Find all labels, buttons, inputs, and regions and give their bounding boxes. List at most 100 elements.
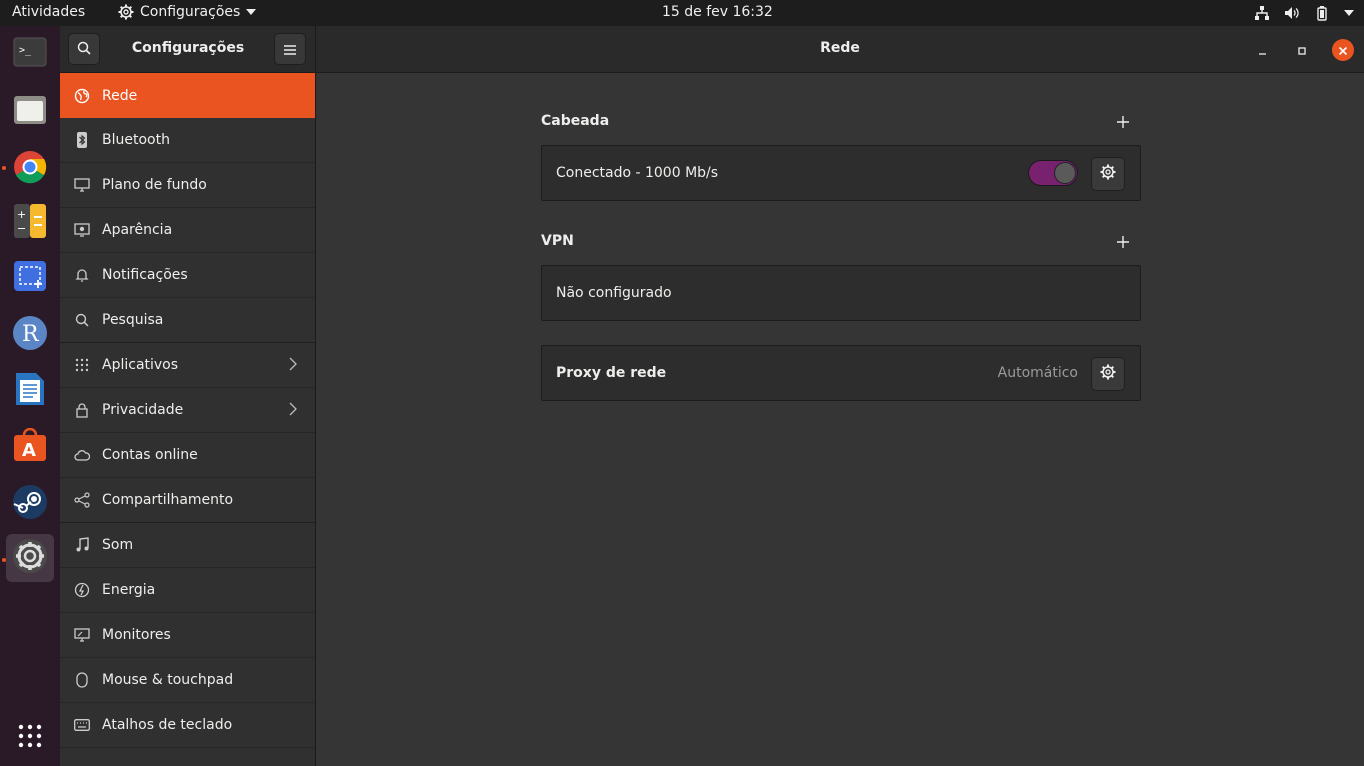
- sidebar-item-pesquisa[interactable]: Pesquisa: [60, 298, 315, 343]
- dock-writer[interactable]: [6, 367, 54, 415]
- maximize-icon: [1297, 41, 1307, 60]
- chrome-icon: [13, 150, 47, 188]
- monitor-icon: [74, 627, 90, 643]
- gear-icon: [1100, 364, 1116, 384]
- r-language-icon: R: [12, 315, 48, 355]
- wired-section-title: Cabeada: [541, 113, 610, 129]
- dock-terminal[interactable]: >_: [6, 30, 54, 78]
- steam-icon: [12, 484, 48, 524]
- chevron-right-icon: [289, 402, 297, 420]
- plus-icon: [1117, 113, 1129, 132]
- sidebar-item-rede[interactable]: Rede: [60, 73, 315, 118]
- svg-text:R: R: [22, 322, 40, 347]
- sidebar-item-plano-de-fundo[interactable]: Plano de fundo: [60, 163, 315, 208]
- sidebar-item-label: Plano de fundo: [102, 177, 207, 193]
- sidebar-item-compartilhamento[interactable]: Compartilhamento: [60, 478, 315, 523]
- activities-button[interactable]: Atividades: [12, 4, 85, 20]
- music-note-icon: [74, 537, 90, 553]
- wired-settings-button[interactable]: [1091, 157, 1125, 191]
- bluetooth-icon: [74, 132, 90, 148]
- vpn-status: Não configurado: [556, 285, 672, 301]
- proxy-row[interactable]: Proxy de rede Automático: [541, 345, 1141, 401]
- dock-chrome[interactable]: [6, 145, 54, 193]
- sidebar-item-label: Aplicativos: [102, 357, 179, 373]
- svg-text:+: +: [17, 208, 26, 221]
- dock-calculator[interactable]: + −: [6, 199, 54, 247]
- mouse-icon: [74, 672, 90, 688]
- search-icon: [74, 312, 90, 328]
- dock-files[interactable]: [6, 87, 54, 135]
- gear-icon: [1100, 164, 1116, 184]
- sidebar-item-label: Atalhos de teclado: [102, 717, 233, 733]
- toggle-knob: [1054, 162, 1076, 184]
- app-menu-label: Configurações: [140, 4, 241, 20]
- sidebar-item-label: Som: [102, 537, 134, 553]
- close-button[interactable]: [1332, 39, 1354, 61]
- svg-text:−: −: [17, 222, 26, 235]
- sidebar-item-label: Mouse & touchpad: [102, 672, 234, 688]
- sidebar-item-privacidade[interactable]: Privacidade: [60, 388, 315, 433]
- maximize-button[interactable]: [1291, 39, 1313, 61]
- dock-settings[interactable]: [6, 534, 54, 582]
- dock-r[interactable]: R: [6, 311, 54, 359]
- sidebar-item-aplicativos[interactable]: Aplicativos: [60, 343, 315, 388]
- settings-gear-icon: [12, 538, 48, 578]
- calculator-icon: + −: [14, 204, 46, 242]
- sidebar-item-label: Energia: [102, 582, 156, 598]
- wired-toggle[interactable]: [1028, 160, 1078, 186]
- sidebar-item-label: Monitores: [102, 627, 171, 643]
- battery-icon: [1314, 5, 1330, 21]
- dock-screenshot[interactable]: [6, 254, 54, 302]
- minimize-button[interactable]: [1252, 39, 1274, 61]
- apps-grid-icon: [18, 724, 42, 752]
- apps-grid-icon: [74, 357, 90, 373]
- sidebar-item-bluetooth[interactable]: Bluetooth: [60, 118, 315, 163]
- sidebar-item-label: Bluetooth: [102, 132, 170, 148]
- sidebar-item-energia[interactable]: Energia: [60, 568, 315, 613]
- search-icon: [77, 40, 91, 59]
- sidebar-header: Configurações: [60, 26, 316, 73]
- caret-down-icon: [246, 8, 257, 16]
- svg-text:A: A: [22, 440, 36, 461]
- sidebar-item-contas-online[interactable]: Contas online: [60, 433, 315, 478]
- sidebar-item-label: Contas online: [102, 447, 198, 463]
- sidebar-item-notificacoes[interactable]: Notificações: [60, 253, 315, 298]
- power-icon: [74, 582, 90, 598]
- clock[interactable]: 15 de fev 16:32: [662, 4, 773, 20]
- folder-icon: [13, 93, 47, 129]
- sidebar-item-label: Compartilhamento: [102, 492, 234, 508]
- app-menu[interactable]: Configurações: [118, 4, 257, 20]
- wired-connection-row: Conectado - 1000 Mb/s: [541, 145, 1141, 201]
- show-apps-button[interactable]: [6, 714, 54, 762]
- screenshot-icon: [13, 260, 47, 296]
- page-title: Rede: [820, 40, 860, 56]
- chevron-right-icon: [289, 357, 297, 375]
- add-vpn-button[interactable]: [1114, 233, 1132, 251]
- vpn-section-title: VPN: [541, 233, 574, 249]
- sidebar-item-monitores[interactable]: Monitores: [60, 613, 315, 658]
- sidebar-item-label: Pesquisa: [102, 312, 164, 328]
- sidebar-item-som[interactable]: Som: [60, 523, 315, 568]
- svg-text:>_: >_: [19, 45, 32, 56]
- proxy-settings-button[interactable]: [1091, 357, 1125, 391]
- minimize-icon: [1258, 41, 1268, 60]
- dock: >_ + − R A: [0, 26, 60, 766]
- sidebar: Rede Bluetooth Plano de fundo Aparência …: [60, 73, 316, 766]
- network-icon: [74, 88, 90, 104]
- gear-icon: [118, 4, 134, 20]
- search-button[interactable]: [68, 33, 100, 65]
- writer-document-icon: [15, 372, 45, 410]
- software-store-icon: A: [13, 427, 47, 466]
- lock-icon: [74, 402, 90, 418]
- add-wired-button[interactable]: [1114, 113, 1132, 131]
- sidebar-item-mouse-touchpad[interactable]: Mouse & touchpad: [60, 658, 315, 703]
- proxy-value: Automático: [997, 365, 1078, 381]
- close-icon: [1338, 41, 1348, 60]
- sidebar-item-atalhos-de-teclado[interactable]: Atalhos de teclado: [60, 703, 315, 748]
- system-tray[interactable]: [1254, 2, 1354, 24]
- dock-software[interactable]: A: [6, 423, 54, 471]
- menu-button[interactable]: [274, 33, 306, 65]
- dock-steam[interactable]: [6, 480, 54, 528]
- sidebar-item-aparencia[interactable]: Aparência: [60, 208, 315, 253]
- proxy-label: Proxy de rede: [556, 365, 667, 381]
